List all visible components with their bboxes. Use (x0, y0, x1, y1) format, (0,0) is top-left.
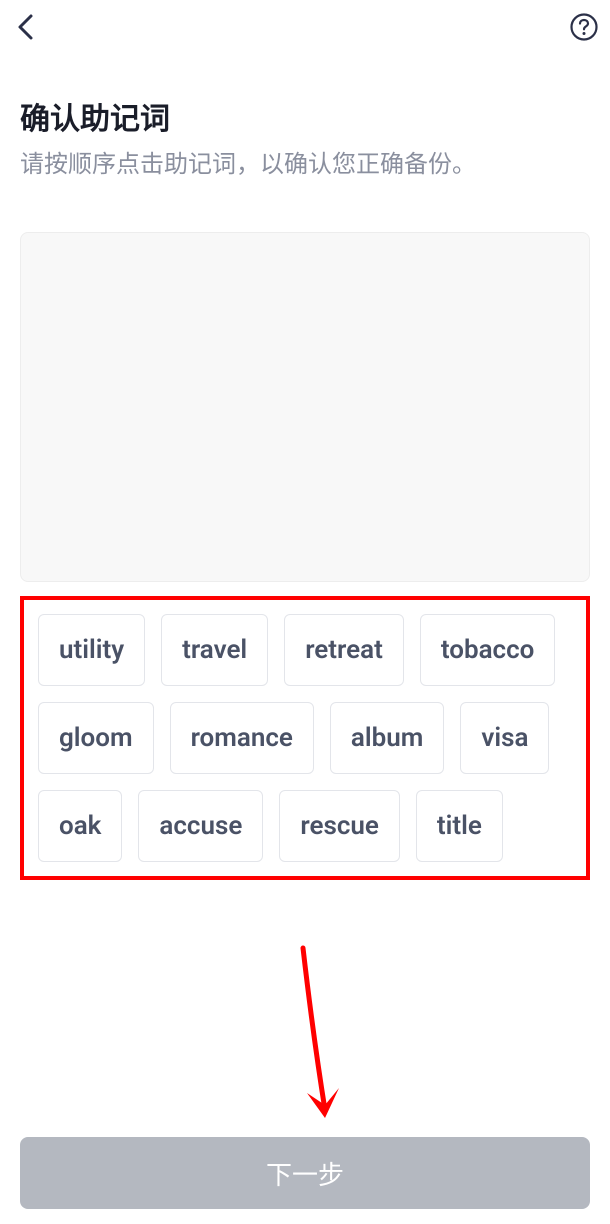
word-chip[interactable]: tobacco (420, 614, 556, 686)
word-chip[interactable]: travel (161, 614, 268, 686)
word-chip[interactable]: title (416, 790, 503, 862)
back-icon[interactable] (10, 11, 42, 43)
word-chip[interactable]: gloom (38, 702, 154, 774)
content-area: 确认助记词 请按顺序点击助记词，以确认您正确备份。 (0, 54, 610, 182)
page-title: 确认助记词 (20, 94, 590, 138)
annotation-arrow-icon (295, 945, 355, 1149)
word-chip[interactable]: rescue (279, 790, 400, 862)
word-chip[interactable]: retreat (284, 614, 404, 686)
word-chip[interactable]: romance (170, 702, 314, 774)
word-chip[interactable]: visa (460, 702, 549, 774)
header (0, 0, 610, 54)
selected-words-area[interactable] (20, 232, 590, 582)
word-chip[interactable]: accuse (138, 790, 263, 862)
word-chip[interactable]: oak (38, 790, 122, 862)
page-subtitle: 请按顺序点击助记词，以确认您正确备份。 (20, 148, 590, 182)
word-chip[interactable]: album (330, 702, 444, 774)
next-button[interactable]: 下一步 (20, 1137, 590, 1209)
help-icon[interactable] (568, 11, 600, 43)
mnemonic-words-container: utility travel retreat tobacco gloom rom… (20, 596, 590, 880)
word-chip[interactable]: utility (38, 614, 145, 686)
